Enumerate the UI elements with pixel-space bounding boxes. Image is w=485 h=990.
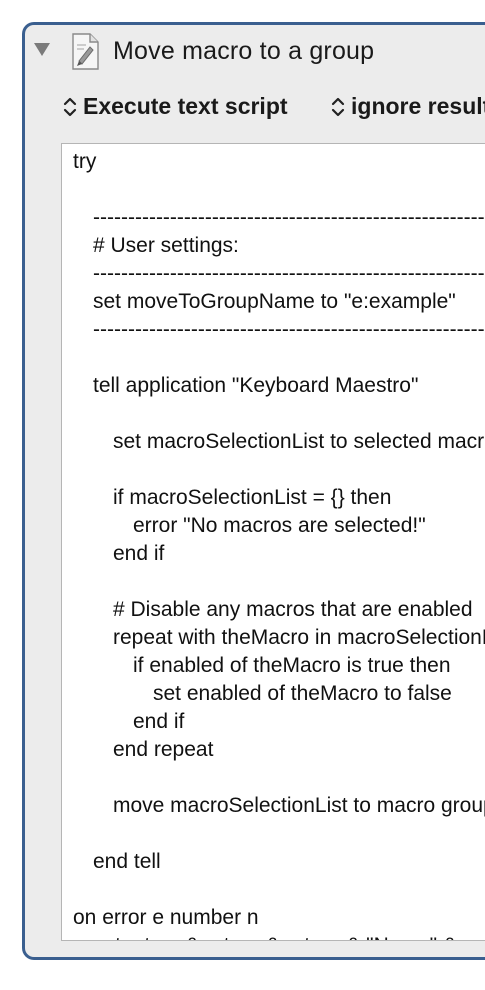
updown-arrows-icon bbox=[63, 97, 77, 116]
code-line: try bbox=[73, 150, 97, 173]
script-text-editor[interactable]: try ------------------------------------… bbox=[61, 143, 485, 941]
result-mode-popup[interactable]: ignore results bbox=[331, 93, 485, 120]
code-line: on error e number n bbox=[73, 906, 259, 929]
code-line: if enabled of theMacro is true then bbox=[133, 654, 451, 677]
code-line: end if bbox=[113, 542, 165, 565]
code-line: # Disable any macros that are enabled bbox=[113, 598, 473, 621]
action-title[interactable]: Move macro to a group bbox=[113, 37, 374, 66]
execute-mode-popup[interactable]: Execute text script bbox=[63, 93, 288, 120]
code-line: if macroSelectionList = {} then bbox=[113, 486, 392, 509]
code-line: set e to e & return & return & "Num: " &… bbox=[93, 932, 474, 940]
code-line: tell application "Keyboard Maestro" bbox=[93, 374, 419, 397]
updown-arrows-icon bbox=[331, 97, 345, 116]
code-line: ----------------------------------------… bbox=[93, 262, 485, 285]
code-line: set enabled of theMacro to false bbox=[153, 682, 452, 705]
code-line: set macroSelectionList to selected macro… bbox=[113, 430, 485, 453]
code-line: end repeat bbox=[113, 738, 214, 761]
code-line: end if bbox=[133, 710, 185, 733]
code-line: set moveToGroupName to "e:example" bbox=[93, 290, 456, 313]
execute-mode-label: Execute text script bbox=[83, 93, 288, 119]
action-header: Move macro to a group bbox=[25, 25, 485, 83]
result-mode-label: ignore results bbox=[351, 93, 485, 119]
disclosure-triangle-icon[interactable] bbox=[34, 43, 50, 56]
code-line: ----------------------------------------… bbox=[93, 206, 485, 229]
applescript-document-icon bbox=[72, 33, 99, 70]
code-line: ----------------------------------------… bbox=[93, 318, 485, 341]
code-line: error "No macros are selected!" bbox=[133, 514, 426, 537]
action-panel: Move macro to a group Execute text scrip… bbox=[22, 22, 485, 960]
code-line: # User settings: bbox=[93, 234, 239, 257]
code-line: move macroSelectionList to macro group bbox=[113, 794, 485, 817]
code-line: repeat with theMacro in macroSelectionLi… bbox=[113, 626, 485, 649]
code-line: end tell bbox=[93, 850, 161, 873]
action-toolbar: Execute text script ignore results bbox=[25, 93, 485, 125]
